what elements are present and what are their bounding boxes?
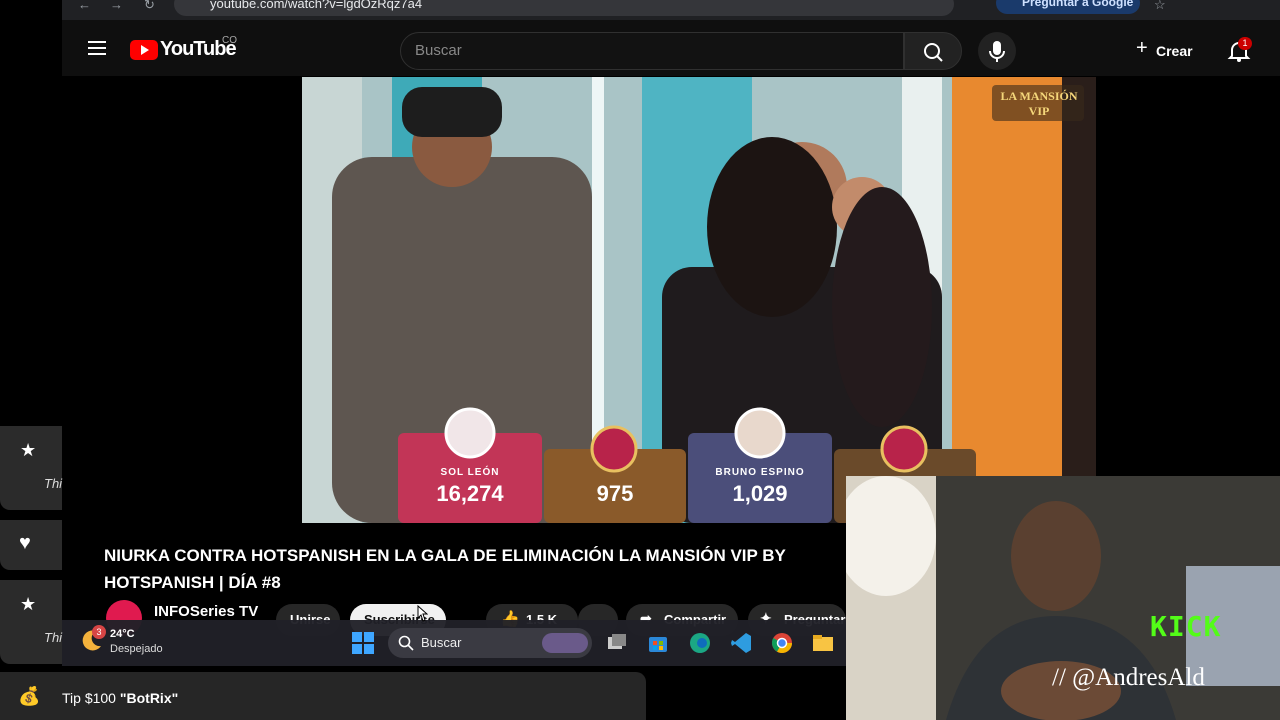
- youtube-logo-icon[interactable]: [130, 40, 158, 60]
- microphone-icon: [989, 41, 1005, 62]
- channel-name[interactable]: INFOSeries TV: [154, 603, 258, 620]
- bookmark-star-icon[interactable]: ☆: [1154, 0, 1166, 13]
- mouse-cursor-icon: [417, 604, 428, 622]
- video-title: NIURKA CONTRA HOTSPANISH EN LA GALA DE E…: [104, 546, 786, 592]
- scoreboard-votes: 16,274: [436, 481, 504, 506]
- address-text[interactable]: youtube.com/watch?v=lgdOzRqz7a4: [210, 0, 422, 11]
- scoreboard-name: SOL LEÓN: [440, 467, 500, 478]
- ask-google-button[interactable]: Preguntar a Google: [996, 0, 1140, 14]
- taskbar-search[interactable]: [388, 628, 592, 658]
- search-button[interactable]: [904, 32, 962, 70]
- star-icon: ★: [20, 440, 37, 460]
- edge-browser-icon[interactable]: [688, 631, 712, 655]
- kick-logo: KICK: [1150, 610, 1222, 643]
- create-button[interactable]: + Crear: [1128, 34, 1208, 68]
- taskbar-search-label: Buscar: [421, 635, 462, 650]
- search-icon: [924, 43, 943, 62]
- video-frame: [302, 77, 1096, 523]
- alert-card: ♥: [0, 520, 62, 570]
- search-input[interactable]: [415, 42, 885, 59]
- streamer-handle: // @AndresAld: [1052, 664, 1205, 691]
- money-bag-icon: 💰: [18, 686, 41, 706]
- reload-icon[interactable]: ↻: [144, 0, 155, 13]
- search-icon: [398, 635, 414, 651]
- tip-text: Tip $100 "BotRix": [62, 690, 179, 706]
- weather-temperature: 24°C: [110, 628, 135, 640]
- back-icon[interactable]: ←: [78, 0, 91, 12]
- video-player[interactable]: LA MANSIÓN VIP SOL LEÓN 16,274 975 BRUNO…: [302, 77, 1096, 523]
- task-view-icon[interactable]: [605, 631, 629, 655]
- notification-badge: 1: [1238, 37, 1252, 50]
- voice-search-button[interactable]: [978, 32, 1016, 70]
- search-highlight-image: [542, 633, 588, 653]
- search-box: [400, 32, 904, 70]
- alert-text: Thi: [44, 630, 63, 645]
- vscode-icon[interactable]: [729, 631, 753, 655]
- file-explorer-icon[interactable]: [811, 631, 835, 655]
- browser-toolbar: ← → ↻ youtube.com/watch?v=lgdOzRqz7a4 Pr…: [62, 0, 1280, 20]
- heart-icon: ♥: [19, 532, 31, 554]
- weather-condition: Despejado: [110, 643, 163, 655]
- scoreboard-name: BRUNO ESPINO: [715, 467, 805, 478]
- microsoft-store-icon[interactable]: [646, 631, 670, 655]
- youtube-header: YouTube CO + Crear 1: [62, 20, 1280, 76]
- country-code: CO: [222, 35, 237, 46]
- windows-start-icon[interactable]: [351, 631, 375, 655]
- show-brand-logo: LA MANSIÓN VIP: [1000, 89, 1078, 118]
- weather-badge: 3: [92, 625, 106, 639]
- alert-card: ★ Thi: [0, 580, 62, 664]
- alert-card: ★ Thi: [0, 426, 62, 510]
- alert-text: Thi: [44, 476, 63, 491]
- scoreboard-votes: 975: [596, 481, 634, 506]
- chrome-icon[interactable]: [770, 631, 794, 655]
- star-icon: ★: [20, 594, 37, 614]
- scoreboard-votes: 1,029: [732, 481, 788, 506]
- plus-icon: +: [1136, 37, 1148, 59]
- forward-icon[interactable]: →: [110, 0, 123, 12]
- menu-icon[interactable]: [88, 41, 106, 55]
